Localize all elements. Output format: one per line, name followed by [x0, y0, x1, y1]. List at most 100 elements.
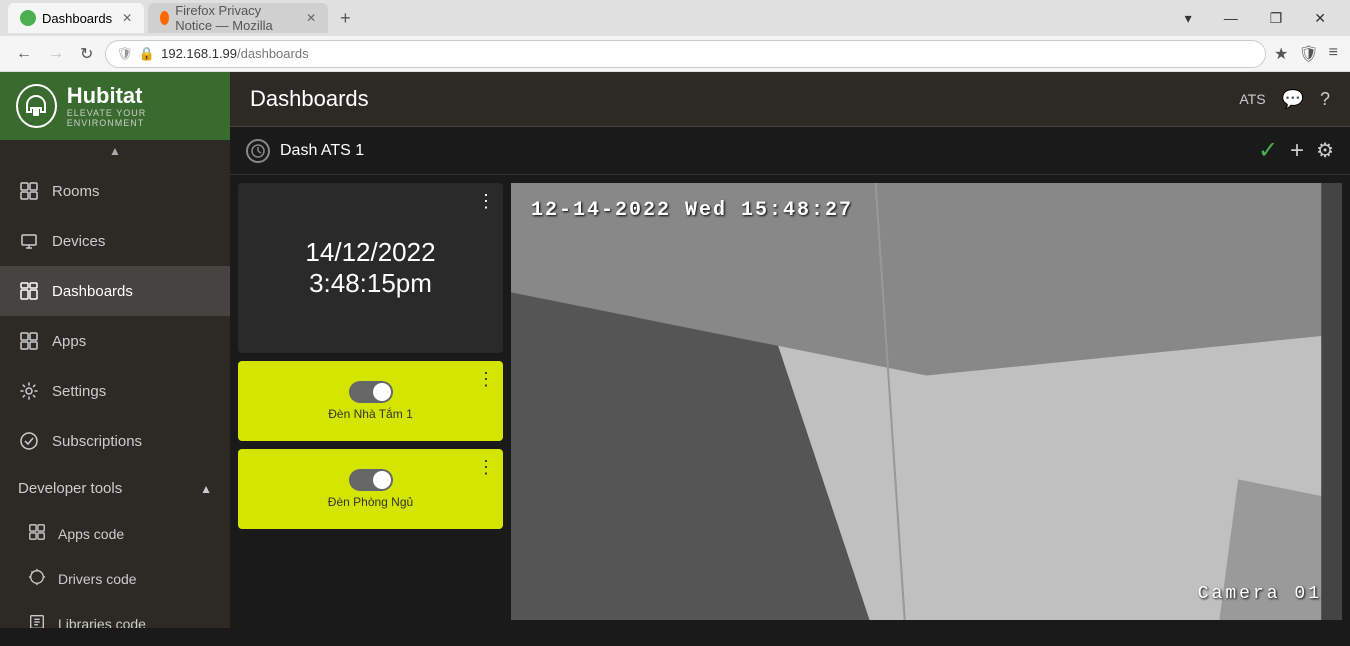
sidebar-item-settings[interactable]: Settings — [0, 366, 230, 416]
shield-toolbar-icon[interactable]: 🛡 — [1298, 44, 1318, 64]
clock-time: 3:48:15pm — [309, 268, 432, 299]
window-close-button[interactable]: ✕ — [1306, 10, 1334, 27]
chat-icon[interactable]: 💬 — [1282, 89, 1304, 110]
sidebar-item-subscriptions[interactable]: Subscriptions — [0, 416, 230, 466]
sidebar-item-rooms[interactable]: Rooms — [0, 166, 230, 216]
dash-name: Dash ATS 1 — [280, 142, 364, 160]
reload-button[interactable]: ↻ — [76, 40, 97, 68]
tab-favicon-hubitat — [20, 10, 36, 26]
help-icon[interactable]: ? — [1320, 89, 1330, 110]
devices-icon — [18, 230, 40, 252]
new-tab-button[interactable]: + — [332, 8, 359, 29]
sidebar-item-label-apps-code: Apps code — [58, 526, 124, 542]
address-text: 192.168.1.99/dashboards — [161, 46, 308, 61]
tile-menu-light1[interactable]: ⋮ — [477, 369, 495, 390]
address-path: /dashboards — [237, 46, 309, 61]
sidebar-item-label-libraries-code: Libraries code — [58, 616, 146, 628]
sidebar-logo: Hubitat Elevate Your Environment — [0, 72, 230, 140]
app: Hubitat Elevate Your Environment ▲ Rooms — [0, 72, 1350, 628]
tab-favicon-firefox — [160, 11, 169, 25]
browser-chrome: Dashboards ✕ Firefox Privacy Notice — Mo… — [0, 0, 1350, 72]
sidebar-item-dashboards[interactable]: Dashboards — [0, 266, 230, 316]
address-domain: 192.168.1.99 — [161, 46, 237, 61]
dash-settings-button[interactable]: ⚙ — [1316, 138, 1334, 163]
logo-name: Hubitat — [67, 84, 214, 108]
sidebar-item-label-settings: Settings — [52, 383, 106, 400]
toggle-knob-1 — [373, 383, 391, 401]
dashboards-icon — [18, 280, 40, 302]
camera-panel: 12-14-2022 Wed 15:48:27 Camera 01 — [511, 183, 1342, 620]
sidebar-item-label-rooms: Rooms — [52, 183, 100, 200]
sidebar-scroll-up[interactable]: ▲ — [0, 140, 230, 162]
toggle-switch-2[interactable] — [349, 469, 393, 491]
forward-button[interactable]: → — [44, 41, 68, 67]
logo-text: Hubitat Elevate Your Environment — [67, 84, 214, 128]
lock-icon: 🔒 — [139, 46, 155, 62]
tab-label-firefox: Firefox Privacy Notice — Mozilla — [175, 3, 296, 33]
light-label-1: Đèn Nhà Tắm 1 — [328, 407, 413, 421]
user-label: ATS — [1239, 91, 1265, 107]
browser-tabs-bar: Dashboards ✕ Firefox Privacy Notice — Mo… — [0, 0, 1350, 36]
sidebar-nav: Rooms Devices — [0, 162, 230, 628]
dash-title-row: Dash ATS 1 — [246, 139, 364, 163]
tab-close-dashboards[interactable]: ✕ — [122, 11, 132, 25]
sidebar-item-devices[interactable]: Devices — [0, 216, 230, 266]
address-bar[interactable]: 🛡 🔒 192.168.1.99/dashboards — [105, 40, 1266, 68]
sidebar-item-apps[interactable]: Apps — [0, 316, 230, 366]
light-label-2: Đèn Phòng Ngủ — [328, 495, 413, 509]
settings-icon — [18, 380, 40, 402]
dash-check-button[interactable]: ✓ — [1258, 136, 1278, 165]
dash-header: Dash ATS 1 ✓ + ⚙ — [230, 127, 1350, 175]
sidebar-item-label-devices: Devices — [52, 233, 105, 250]
tab-dashboards[interactable]: Dashboards ✕ — [8, 3, 144, 33]
shield-icon: 🛡 — [116, 46, 133, 62]
clock-tile: ⋮ 14/12/2022 3:48:15pm — [238, 183, 503, 353]
sidebar-item-drivers-code[interactable]: Drivers code — [0, 556, 230, 601]
dashboard-grid: ⋮ 14/12/2022 3:48:15pm ⋮ Đèn Nhà Tắm 1 — [230, 175, 1350, 628]
back-button[interactable]: ← — [12, 41, 36, 67]
sidebar-item-label-subscriptions: Subscriptions — [52, 433, 142, 450]
chevron-up-icon: ▲ — [200, 482, 212, 496]
tile-menu-clock[interactable]: ⋮ — [477, 191, 495, 212]
apps-icon — [18, 330, 40, 352]
libraries-code-icon — [28, 613, 46, 628]
camera-overlay: 12-14-2022 Wed 15:48:27 Camera 01 — [511, 183, 1342, 620]
main-header: Dashboards ATS 💬 ? — [230, 72, 1350, 127]
tab-label-dashboards: Dashboards — [42, 11, 112, 26]
light-tile-2[interactable]: ⋮ Đèn Phòng Ngủ — [238, 449, 503, 529]
browser-toolbar: ← → ↻ 🛡 🔒 192.168.1.99/dashboards ★ 🛡 ≡ — [0, 36, 1350, 72]
sidebar-item-label-dashboards: Dashboards — [52, 283, 133, 300]
menu-icon[interactable]: ≡ — [1329, 44, 1338, 64]
camera-label: Camera 01 — [1198, 584, 1322, 604]
logo-tagline: Elevate Your Environment — [67, 108, 214, 128]
sidebar-item-libraries-code[interactable]: Libraries code — [0, 601, 230, 628]
sidebar-item-label-drivers-code: Drivers code — [58, 571, 137, 587]
sidebar-item-apps-code[interactable]: Apps code — [0, 511, 230, 556]
toggle-switch-1[interactable] — [349, 381, 393, 403]
dashboard-content: Dash ATS 1 ✓ + ⚙ ⋮ 14/12/2022 3:48:15pm — [230, 127, 1350, 628]
sidebar: Hubitat Elevate Your Environment ▲ Rooms — [0, 72, 230, 628]
tiles-panel: ⋮ 14/12/2022 3:48:15pm ⋮ Đèn Nhà Tắm 1 — [238, 183, 503, 620]
tile-menu-light2[interactable]: ⋮ — [477, 457, 495, 478]
window-restore-button[interactable]: ❐ — [1262, 10, 1291, 27]
light-tile-1[interactable]: ⋮ Đèn Nhà Tắm 1 — [238, 361, 503, 441]
sidebar-item-label-apps: Apps — [52, 333, 86, 350]
window-minimize-button2[interactable]: — — [1216, 10, 1246, 26]
tab-close-firefox[interactable]: ✕ — [306, 11, 316, 25]
clock-date: 14/12/2022 — [305, 237, 435, 268]
window-controls: ▾ — ❐ ✕ — [1177, 10, 1342, 27]
page-title: Dashboards — [250, 86, 369, 112]
window-minimize-button[interactable]: ▾ — [1177, 10, 1200, 27]
tab-firefox[interactable]: Firefox Privacy Notice — Mozilla ✕ — [148, 3, 328, 33]
rooms-icon — [18, 180, 40, 202]
dash-icon — [246, 139, 270, 163]
main: Dashboards ATS 💬 ? — [230, 72, 1350, 628]
header-actions: ATS 💬 ? — [1239, 89, 1330, 110]
camera-timestamp: 12-14-2022 Wed 15:48:27 — [531, 199, 853, 222]
developer-tools-header[interactable]: Developer tools ▲ — [0, 466, 230, 511]
bookmark-icon[interactable]: ★ — [1274, 44, 1288, 64]
drivers-code-icon — [28, 568, 46, 589]
developer-tools-label: Developer tools — [18, 480, 122, 497]
dash-add-button[interactable]: + — [1290, 137, 1304, 165]
toggle-knob-2 — [373, 471, 391, 489]
